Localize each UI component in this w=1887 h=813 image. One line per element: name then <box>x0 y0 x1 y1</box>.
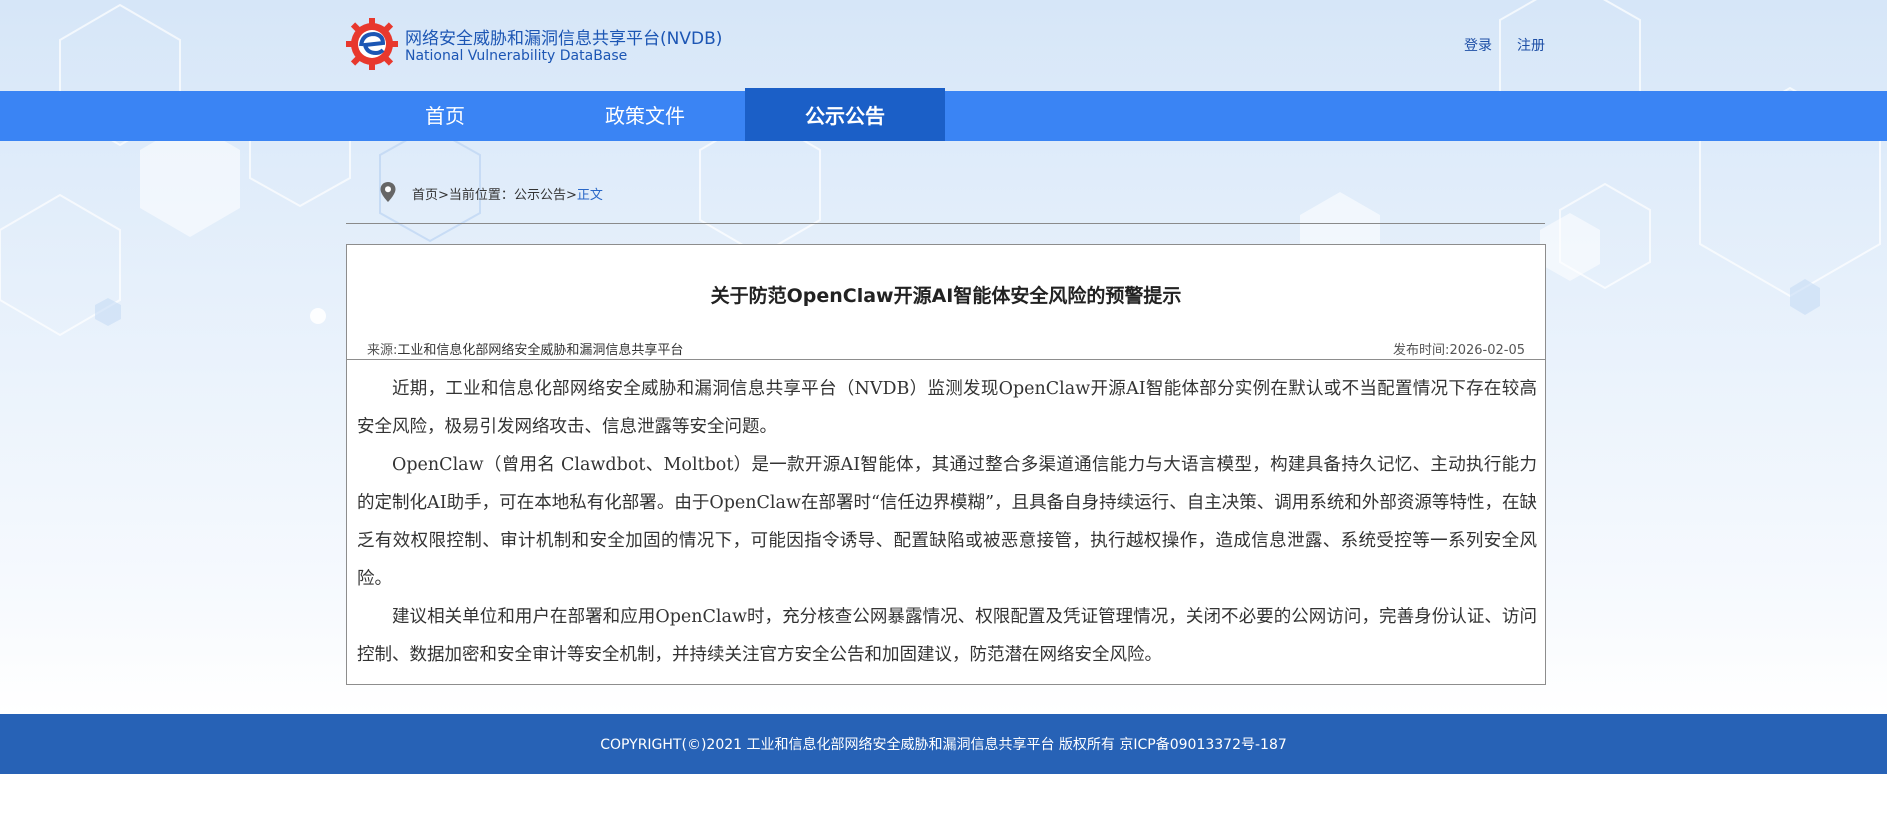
article-panel: 关于防范OpenClaw开源AI智能体安全风险的预警提示 来源:工业和信息化部网… <box>346 244 1546 685</box>
article-title: 关于防范OpenClaw开源AI智能体安全风险的预警提示 <box>710 285 1182 307</box>
date-label: 发布时间: <box>1393 343 1450 358</box>
meta-divider <box>347 359 1545 360</box>
breadcrumb-section-link[interactable]: 公示公告 <box>514 188 566 203</box>
login-link[interactable]: 登录 <box>1464 35 1492 55</box>
breadcrumb-divider <box>346 223 1545 224</box>
site-title: 网络安全威胁和漏洞信息共享平台(NVDB) <box>405 29 723 49</box>
source-label: 来源: <box>367 343 398 358</box>
breadcrumb-home-link[interactable]: 首页 <box>412 188 438 203</box>
breadcrumb-current-prefix: 当前位置： <box>448 188 514 203</box>
article-paragraph: 建议相关单位和用户在部署和应用OpenClaw时，充分核查公网暴露情况、权限配置… <box>357 607 1537 665</box>
footer-copyright: COPYRIGHT(©)2021 工业和信息化部网络安全威胁和漏洞信息共享平台 … <box>600 737 1287 753</box>
site-footer: COPYRIGHT(©)2021 工业和信息化部网络安全威胁和漏洞信息共享平台 … <box>0 714 1887 774</box>
article-paragraph: OpenClaw（曾用名 Clawdbot、Moltbot）是一款开源AI智能体… <box>357 455 1537 589</box>
article-paragraph: 近期，工业和信息化部网络安全威胁和漏洞信息共享平台（NVDB）监测发现OpenC… <box>357 379 1537 437</box>
article-body: 近期，工业和信息化部网络安全威胁和漏洞信息共享平台（NVDB）监测发现OpenC… <box>357 370 1537 674</box>
source-value: 工业和信息化部网络安全威胁和漏洞信息共享平台 <box>397 343 684 358</box>
main-nav: 首页 政策文件 公示公告 <box>0 88 1887 141</box>
nav-item-home[interactable]: 首页 <box>345 91 545 141</box>
breadcrumb-separator: > <box>565 188 577 203</box>
site-header: 网络安全威胁和漏洞信息共享平台(NVDB) National Vulnerabi… <box>0 0 1887 90</box>
date-value: 2026-02-05 <box>1449 343 1525 358</box>
breadcrumb-current: 正文 <box>576 188 603 203</box>
nav-item-policy-files[interactable]: 政策文件 <box>545 91 745 141</box>
article-source: 来源:工业和信息化部网络安全威胁和漏洞信息共享平台 <box>367 339 683 358</box>
breadcrumb-separator: > <box>438 188 449 203</box>
register-link[interactable]: 注册 <box>1517 35 1545 55</box>
nvdb-logo-icon[interactable] <box>346 18 398 70</box>
article-date: 发布时间:2026-02-05 <box>1393 339 1525 358</box>
nav-item-announcements[interactable]: 公示公告 <box>745 88 945 141</box>
location-pin-icon <box>380 182 396 202</box>
site-subtitle: National Vulnerability DataBase <box>405 48 628 64</box>
